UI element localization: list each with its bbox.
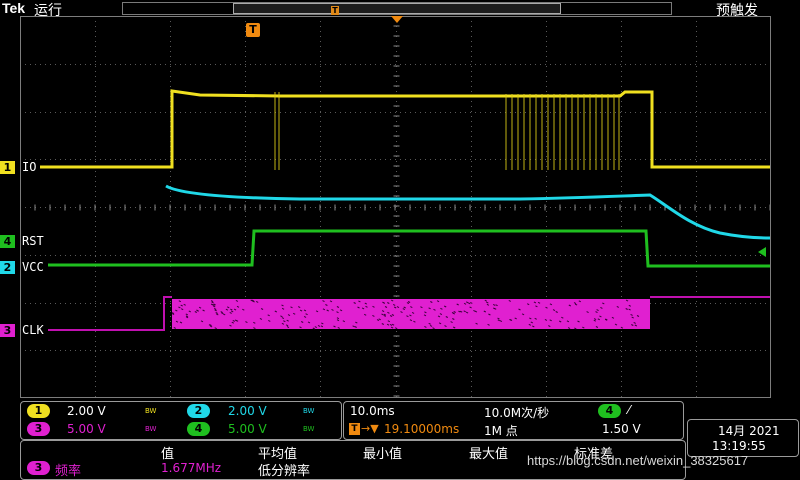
measure-header-value: 值 <box>161 447 175 462</box>
record-length: 1M 点 <box>484 424 518 438</box>
ch1-bw-icon: BW <box>145 407 157 415</box>
ch4-marker[interactable]: 4 <box>0 235 15 248</box>
trigger-delay: 19.10000ms <box>384 422 460 436</box>
trigger-slope-icon: ⁄ <box>628 403 631 417</box>
ch3-readout-badge[interactable]: 3 <box>27 422 50 436</box>
trigger-point-indicator[interactable] <box>391 16 403 23</box>
measure-value: 1.677MHz <box>161 461 222 475</box>
trigger-source-badge[interactable]: 4 <box>598 404 621 418</box>
ch1-trace <box>40 89 770 170</box>
trigger-level-arrow[interactable] <box>758 247 766 257</box>
measure-resolution-note: 低分辨率 <box>258 464 311 479</box>
measure-header-min: 最小值 <box>363 447 403 462</box>
ch1-marker[interactable]: 1 <box>0 161 15 174</box>
ch3-bw-icon: BW <box>145 425 157 433</box>
horizontal-readout-panel[interactable]: 10.0ms 10.0M次/秒 4 ⁄ T →▼ 19.10000ms 1M 点… <box>343 401 684 440</box>
delay-arrow-icon: →▼ <box>361 422 379 435</box>
ch4-readout-badge[interactable]: 4 <box>187 422 210 436</box>
measure-source-badge[interactable]: 3 <box>27 461 50 475</box>
time-per-division: 10.0ms <box>350 404 395 418</box>
ch1-scale: 2.00 V <box>67 404 106 418</box>
measure-header-max: 最大值 <box>469 447 509 462</box>
ch4-scale: 5.00 V <box>228 422 267 436</box>
trigger-position-marker[interactable]: T <box>246 23 260 37</box>
watermark: https://blog.csdn.net/weixin_38325617 <box>527 453 749 468</box>
time: 13:19:55 <box>712 439 766 453</box>
ch3-marker[interactable]: 3 <box>0 324 15 337</box>
ch2-label: VCC <box>22 260 44 274</box>
ch3-label: CLK <box>22 323 44 337</box>
trigger-level: 1.50 V <box>602 422 641 436</box>
ch2-scale: 2.00 V <box>228 404 267 418</box>
ch1-readout-badge[interactable]: 1 <box>27 404 50 418</box>
ch1-label: IO <box>22 160 37 174</box>
channel-readout-panel[interactable]: 1 2.00 V BW 2 2.00 V BW 3 5.00 V BW 4 5.… <box>20 401 342 440</box>
trigger-delay-icon: T <box>349 423 360 435</box>
ch4-trace <box>48 229 770 268</box>
measure-name[interactable]: 频率 <box>55 460 81 479</box>
ch4-label: RST <box>22 234 44 248</box>
ch4-bw-icon: BW <box>303 425 315 433</box>
ch2-readout-badge[interactable]: 2 <box>187 404 210 418</box>
sample-rate: 10.0M次/秒 <box>484 406 550 420</box>
ch3-trace <box>48 296 770 331</box>
ch3-scale: 5.00 V <box>67 422 106 436</box>
ch2-marker[interactable]: 2 <box>0 261 15 274</box>
clock-panel: 14月 2021 13:19:55 <box>687 419 799 457</box>
ch2-bw-icon: BW <box>303 407 315 415</box>
date: 14月 2021 <box>718 424 780 438</box>
